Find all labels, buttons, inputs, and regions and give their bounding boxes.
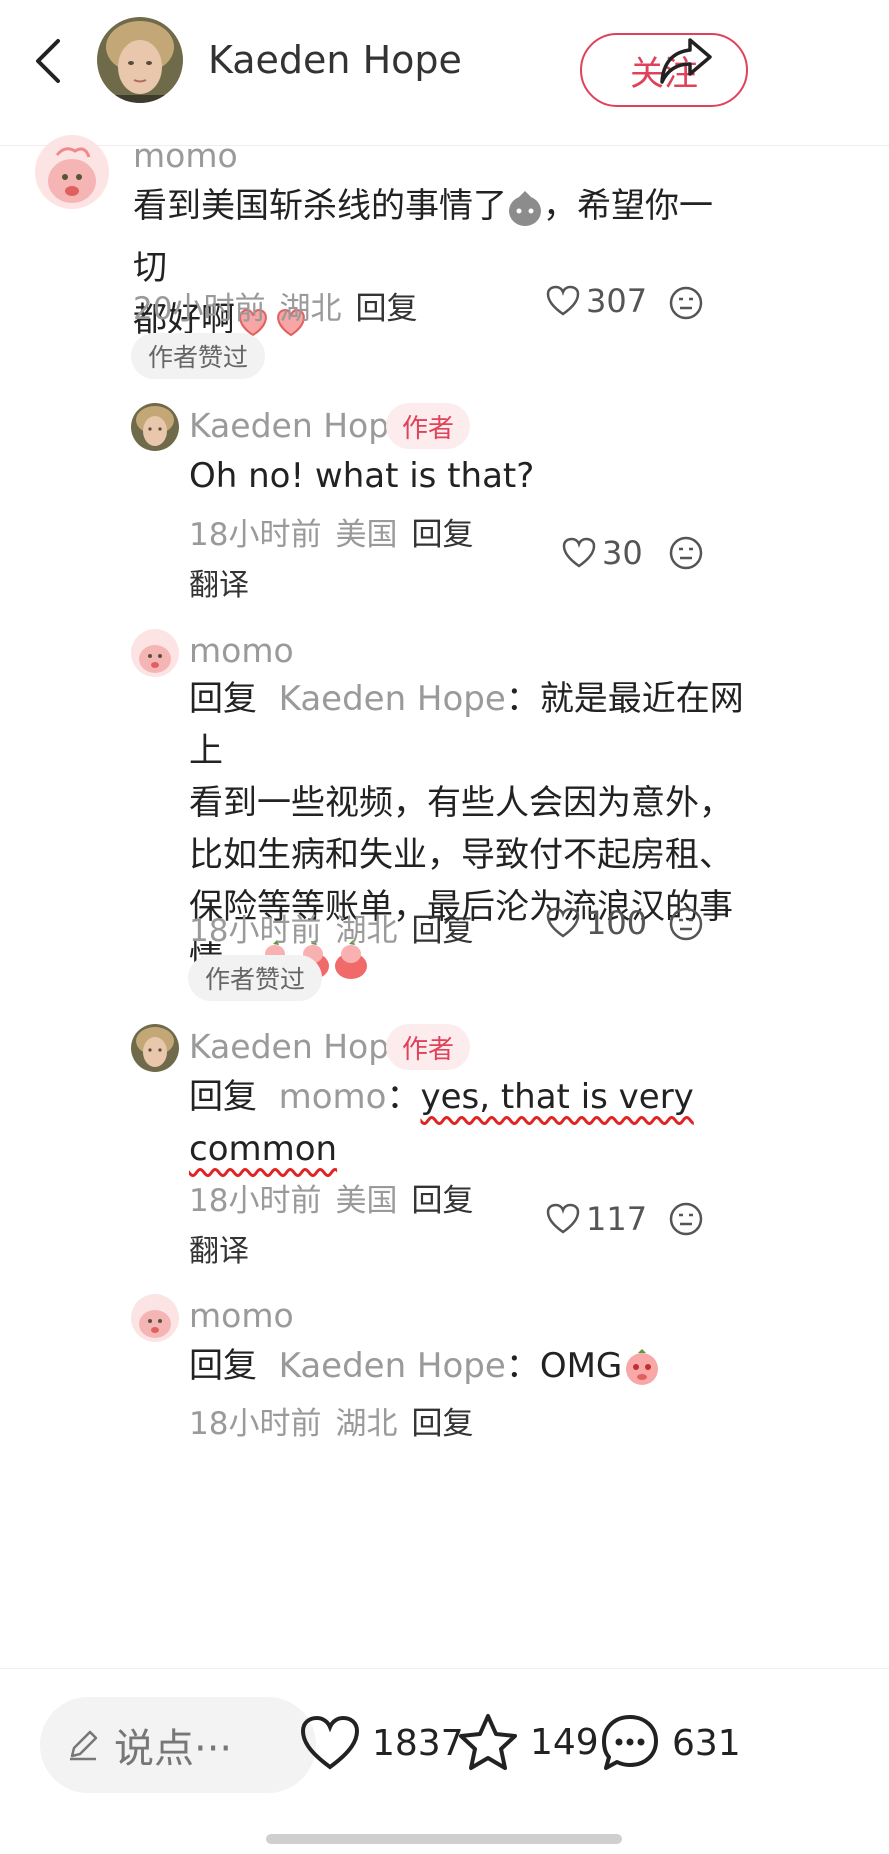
like-button[interactable]: 30 [562, 534, 643, 572]
comments-button[interactable]: 631 [600, 1713, 741, 1773]
like-post-button[interactable]: 1837 [300, 1715, 464, 1771]
favorite-count: 149 [530, 1721, 599, 1763]
reply-target[interactable]: Kaeden Hope [279, 1346, 506, 1386]
comment-username[interactable]: momo [189, 631, 294, 670]
reply-button[interactable]: 回复 [411, 913, 473, 949]
reply-target[interactable]: momo [279, 1077, 387, 1117]
sad-face-emoji-icon [507, 189, 543, 242]
heart-icon [546, 1203, 580, 1234]
like-count: 30 [602, 534, 643, 572]
favorite-button[interactable]: 149 [458, 1713, 599, 1771]
comment-meta: 18小时前 美国 回复 [189, 517, 474, 553]
author-name[interactable]: Kaeden Hope [208, 38, 462, 82]
like-count: 117 [586, 1200, 648, 1238]
like-count: 307 [586, 282, 648, 320]
back-button[interactable] [30, 38, 70, 84]
author-avatar[interactable] [131, 1024, 179, 1072]
dislike-button[interactable] [669, 1202, 703, 1240]
like-count: 100 [586, 904, 648, 942]
dislike-button[interactable] [669, 536, 703, 574]
commenter-avatar[interactable] [131, 1294, 179, 1342]
chevron-left-icon [36, 39, 60, 83]
comment-meta: 18小时前 美国 回复 [189, 1183, 474, 1219]
comment-meta-partial: 18小时前 湖北 回复 [189, 1406, 474, 1442]
dislike-button[interactable] [669, 907, 703, 945]
comment-meta: 20小时前 湖北 回复 [133, 291, 418, 327]
author-tag: 作者 [386, 403, 471, 449]
commenter-avatar[interactable] [35, 135, 109, 209]
comment-meta: 18小时前 湖北 回复 [189, 913, 474, 949]
crying-pig-emoji-icon [622, 1347, 662, 1402]
reply-button[interactable]: 回复 [411, 1183, 473, 1219]
star-icon [459, 1714, 517, 1770]
dislike-button[interactable] [669, 286, 703, 324]
neutral-face-icon [669, 536, 703, 570]
reply-button[interactable]: 回复 [355, 291, 417, 327]
comment-input-placeholder: 说点··· [114, 1726, 233, 1772]
top-bar: Kaeden Hope 关注 [0, 0, 889, 146]
neutral-face-icon [669, 286, 703, 320]
commenter-avatar[interactable] [131, 629, 179, 677]
comment-input[interactable]: 说点··· [40, 1697, 316, 1793]
translate-button[interactable]: 翻译 [189, 560, 249, 604]
reply-target[interactable]: Kaeden Hope [279, 679, 506, 719]
heart-icon [546, 907, 580, 938]
heart-icon [562, 537, 596, 568]
share-button[interactable] [658, 36, 714, 86]
scroll-fade [0, 1655, 889, 1669]
pencil-icon [70, 1730, 98, 1761]
post-like-count: 1837 [372, 1722, 464, 1764]
author-avatar[interactable] [97, 17, 183, 103]
comment-username[interactable]: momo [189, 1296, 294, 1335]
share-arrow-icon [660, 38, 712, 84]
comment-text: Oh no! what is that? [189, 456, 535, 496]
chat-bubble-icon [602, 1715, 658, 1770]
heart-icon [300, 1715, 360, 1770]
home-indicator[interactable] [266, 1834, 622, 1844]
comment-username[interactable]: Kaeden Hope [189, 1027, 410, 1066]
comment-text: 回复 momo：yes, that is very common [189, 1077, 694, 1169]
author-tag: 作者 [386, 1024, 471, 1070]
translate-button[interactable]: 翻译 [189, 1226, 249, 1270]
like-button[interactable]: 307 [546, 282, 647, 320]
bottom-action-bar: 说点··· 1837 149 631 [0, 1668, 889, 1854]
heart-icon [546, 285, 580, 316]
comment-text: 回复 Kaeden Hope：OMG [189, 1340, 749, 1402]
author-liked-badge: 作者赞过 [131, 333, 266, 379]
comment-username[interactable]: momo [133, 136, 238, 175]
comment-username[interactable]: Kaeden Hope [189, 406, 410, 445]
author-avatar[interactable] [131, 403, 179, 451]
like-button[interactable]: 100 [546, 904, 647, 942]
comment-count: 631 [672, 1722, 741, 1764]
like-button[interactable]: 117 [546, 1200, 647, 1238]
author-liked-badge: 作者赞过 [188, 955, 323, 1001]
neutral-face-icon [669, 1202, 703, 1236]
neutral-face-icon [669, 907, 703, 941]
comment-text: 看到美国斩杀线的事情了 ，希望你一切 都好啊 [133, 180, 733, 356]
reply-button[interactable]: 回复 [411, 517, 473, 553]
